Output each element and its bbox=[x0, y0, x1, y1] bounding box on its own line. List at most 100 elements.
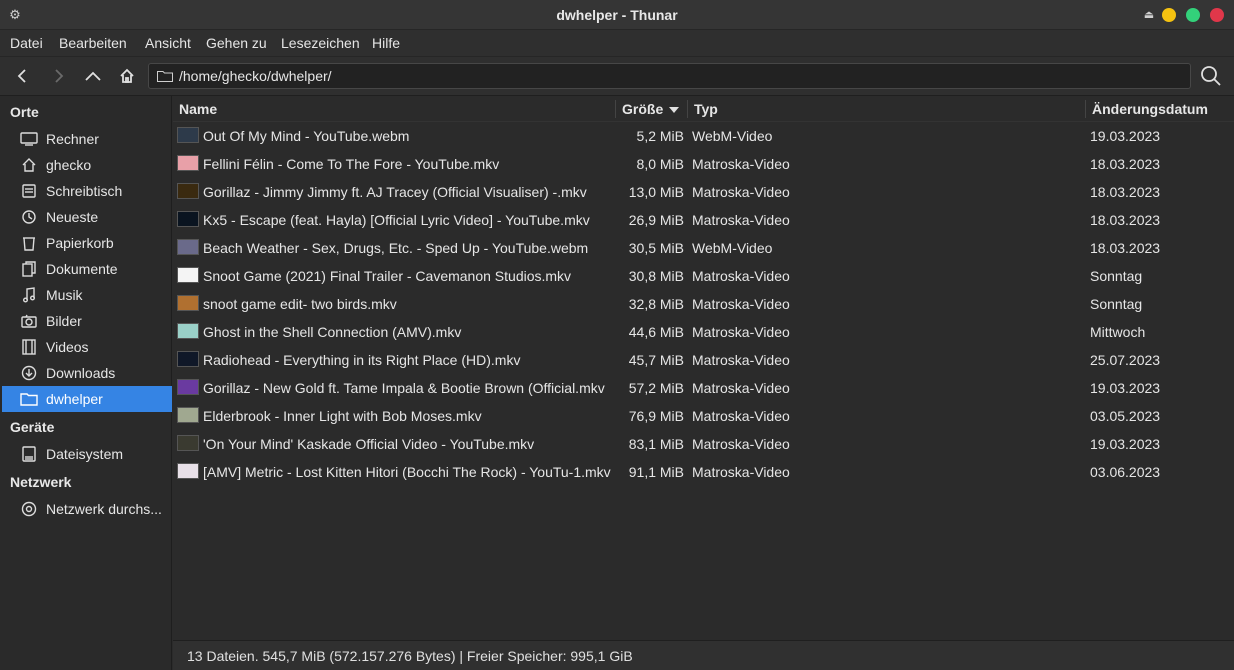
folder-icon bbox=[20, 391, 38, 407]
close-button[interactable] bbox=[1210, 8, 1224, 22]
sidebar-item-bilder[interactable]: Bilder bbox=[2, 308, 172, 334]
file-size: 13,0 MiB bbox=[628, 184, 684, 200]
drive-icon bbox=[20, 446, 38, 462]
file-row[interactable]: Out Of My Mind - YouTube.webm 5,2 MiB WebM… bbox=[173, 122, 1234, 150]
chevron-right-icon bbox=[55, 69, 64, 83]
menu-ansicht[interactable]: Ansicht bbox=[145, 30, 191, 56]
sidebar-item-downloads[interactable]: Downloads bbox=[2, 360, 172, 386]
file-name: Ghost in the Shell Connection (AMV).mkv bbox=[203, 324, 462, 340]
file-date: 19.03.2023 bbox=[1090, 436, 1161, 452]
file-type: WebM-Video bbox=[692, 240, 773, 256]
sidebar: Orte Rechner ghecko Schreibtisch Neueste… bbox=[0, 96, 172, 670]
sidebar-item-rechner[interactable]: Rechner bbox=[2, 126, 172, 152]
file-row[interactable]: Gorillaz - Jimmy Jimmy ft. AJ Tracey (Of… bbox=[173, 178, 1234, 206]
sidebar-item-musik[interactable]: Musik bbox=[2, 282, 172, 308]
menu-datei[interactable]: Datei bbox=[10, 30, 43, 56]
sidebar-item-label: Musik bbox=[46, 287, 83, 303]
search-icon bbox=[1201, 66, 1221, 86]
video-thumbnail-icon bbox=[177, 295, 199, 311]
file-date: 03.06.2023 bbox=[1090, 464, 1161, 480]
video-thumbnail-icon bbox=[177, 435, 199, 451]
download-icon bbox=[20, 365, 38, 381]
parent-folder-button[interactable] bbox=[80, 63, 106, 89]
file-type: Matroska-Video bbox=[692, 436, 790, 452]
column-header-name[interactable]: Name bbox=[179, 96, 217, 122]
sidebar-item-dwhelper[interactable]: dwhelper bbox=[2, 386, 172, 412]
video-thumbnail-icon bbox=[177, 127, 199, 143]
video-thumbnail-icon bbox=[177, 407, 199, 423]
video-thumbnail-icon bbox=[177, 239, 199, 255]
file-size: 30,8 MiB bbox=[628, 268, 684, 284]
file-name: Out Of My Mind - YouTube.webm bbox=[203, 128, 410, 144]
file-row[interactable]: 'On Your Mind' Kaskade Official Video - … bbox=[173, 430, 1234, 458]
file-size: 32,8 MiB bbox=[628, 296, 684, 312]
file-size: 76,9 MiB bbox=[628, 408, 684, 424]
file-type: Matroska-Video bbox=[692, 352, 790, 368]
file-row[interactable]: [AMV] Metric - Lost Kitten Hitori (Bocch… bbox=[173, 458, 1234, 486]
sidebar-item-papierkorb[interactable]: Papierkorb bbox=[2, 230, 172, 256]
column-separator[interactable] bbox=[687, 100, 688, 118]
file-size: 26,9 MiB bbox=[628, 212, 684, 228]
file-name: Elderbrook - Inner Light with Bob Moses.… bbox=[203, 408, 482, 424]
file-name: Beach Weather - Sex, Drugs, Etc. - Sped … bbox=[203, 240, 589, 256]
back-button[interactable] bbox=[10, 63, 36, 89]
forward-button[interactable] bbox=[45, 63, 71, 89]
camera-icon bbox=[20, 313, 38, 329]
file-name: snoot game edit- two birds.mkv bbox=[203, 296, 397, 312]
sidebar-item-schreibtisch[interactable]: Schreibtisch bbox=[2, 178, 172, 204]
file-row[interactable]: Beach Weather - Sex, Drugs, Etc. - Sped … bbox=[173, 234, 1234, 262]
column-header-date[interactable]: Änderungsdatum bbox=[1092, 96, 1208, 122]
sidebar-item-label: Dokumente bbox=[46, 261, 118, 277]
home-icon bbox=[20, 157, 38, 173]
file-type: Matroska-Video bbox=[692, 268, 790, 284]
file-type: Matroska-Video bbox=[692, 380, 790, 396]
menu-gehen-zu[interactable]: Gehen zu bbox=[206, 30, 267, 56]
file-size: 5,2 MiB bbox=[636, 128, 684, 144]
sidebar-item-dateisystem[interactable]: Dateisystem bbox=[2, 441, 172, 467]
maximize-button[interactable] bbox=[1186, 8, 1200, 22]
sidebar-item-neueste[interactable]: Neueste bbox=[2, 204, 172, 230]
column-separator[interactable] bbox=[615, 100, 616, 118]
file-row[interactable]: Fellini Félin - Come To The Fore - YouTu… bbox=[173, 150, 1234, 178]
sidebar-item-label: Neueste bbox=[46, 209, 99, 225]
sidebar-item-label: Netzwerk durchs... bbox=[46, 501, 162, 517]
file-name: Kx5 - Escape (feat. Hayla) [Official Lyr… bbox=[203, 212, 590, 228]
sidebar-item-dokumente[interactable]: Dokumente bbox=[2, 256, 172, 282]
file-row[interactable]: Elderbrook - Inner Light with Bob Moses.… bbox=[173, 402, 1234, 430]
file-row[interactable]: Ghost in the Shell Connection (AMV).mkv 4… bbox=[173, 318, 1234, 346]
menu-bearbeiten[interactable]: Bearbeiten bbox=[59, 30, 127, 56]
file-row[interactable]: Snoot Game (2021) Final Trailer - Cavema… bbox=[173, 262, 1234, 290]
video-thumbnail-icon bbox=[177, 323, 199, 339]
sidebar-item-label: Bilder bbox=[46, 313, 82, 329]
home-button[interactable] bbox=[114, 63, 140, 89]
menu-lesezeichen[interactable]: Lesezeichen bbox=[281, 30, 360, 56]
file-name: Snoot Game (2021) Final Trailer - Cavema… bbox=[203, 268, 572, 284]
sidebar-item-label: Papierkorb bbox=[46, 235, 114, 251]
minimize-button[interactable] bbox=[1162, 8, 1176, 22]
sidebar-item-label: Downloads bbox=[46, 365, 116, 381]
sidebar-item-videos[interactable]: Videos bbox=[2, 334, 172, 360]
sidebar-item-ghecko[interactable]: ghecko bbox=[2, 152, 172, 178]
sidebar-item-label: Schreibtisch bbox=[46, 183, 123, 199]
file-row[interactable]: Kx5 - Escape (feat. Hayla) [Official Lyr… bbox=[173, 206, 1234, 234]
file-type: Matroska-Video bbox=[692, 212, 790, 228]
file-row[interactable]: Radiohead - Everything in its Right Plac… bbox=[173, 346, 1234, 374]
location-path: /home/ghecko/dwhelper/ bbox=[179, 68, 332, 84]
file-row[interactable]: snoot game edit- two birds.mkv 32,8 MiB Ma… bbox=[173, 290, 1234, 318]
sidebar-item-network-browse[interactable]: Netzwerk durchs... bbox=[2, 496, 172, 522]
file-size: 30,5 MiB bbox=[628, 240, 684, 256]
file-date: Mittwoch bbox=[1090, 324, 1146, 340]
computer-icon bbox=[20, 131, 38, 147]
column-header-type[interactable]: Typ bbox=[694, 96, 718, 122]
keep-above-icon[interactable]: ⏏ bbox=[1143, 8, 1155, 22]
search-button[interactable] bbox=[1198, 63, 1224, 89]
column-header-size[interactable]: Größe bbox=[622, 96, 680, 122]
file-type: Matroska-Video bbox=[692, 184, 790, 200]
file-date: 19.03.2023 bbox=[1090, 380, 1161, 396]
window-title: dwhelper - Thunar bbox=[556, 7, 678, 23]
file-row[interactable]: Gorillaz - New Gold ft. Tame Impala & Bo… bbox=[173, 374, 1234, 402]
video-thumbnail-icon bbox=[177, 463, 199, 479]
location-bar[interactable]: /home/ghecko/dwhelper/ bbox=[148, 63, 1191, 89]
column-separator[interactable] bbox=[1085, 100, 1086, 118]
menu-hilfe[interactable]: Hilfe bbox=[372, 30, 400, 56]
